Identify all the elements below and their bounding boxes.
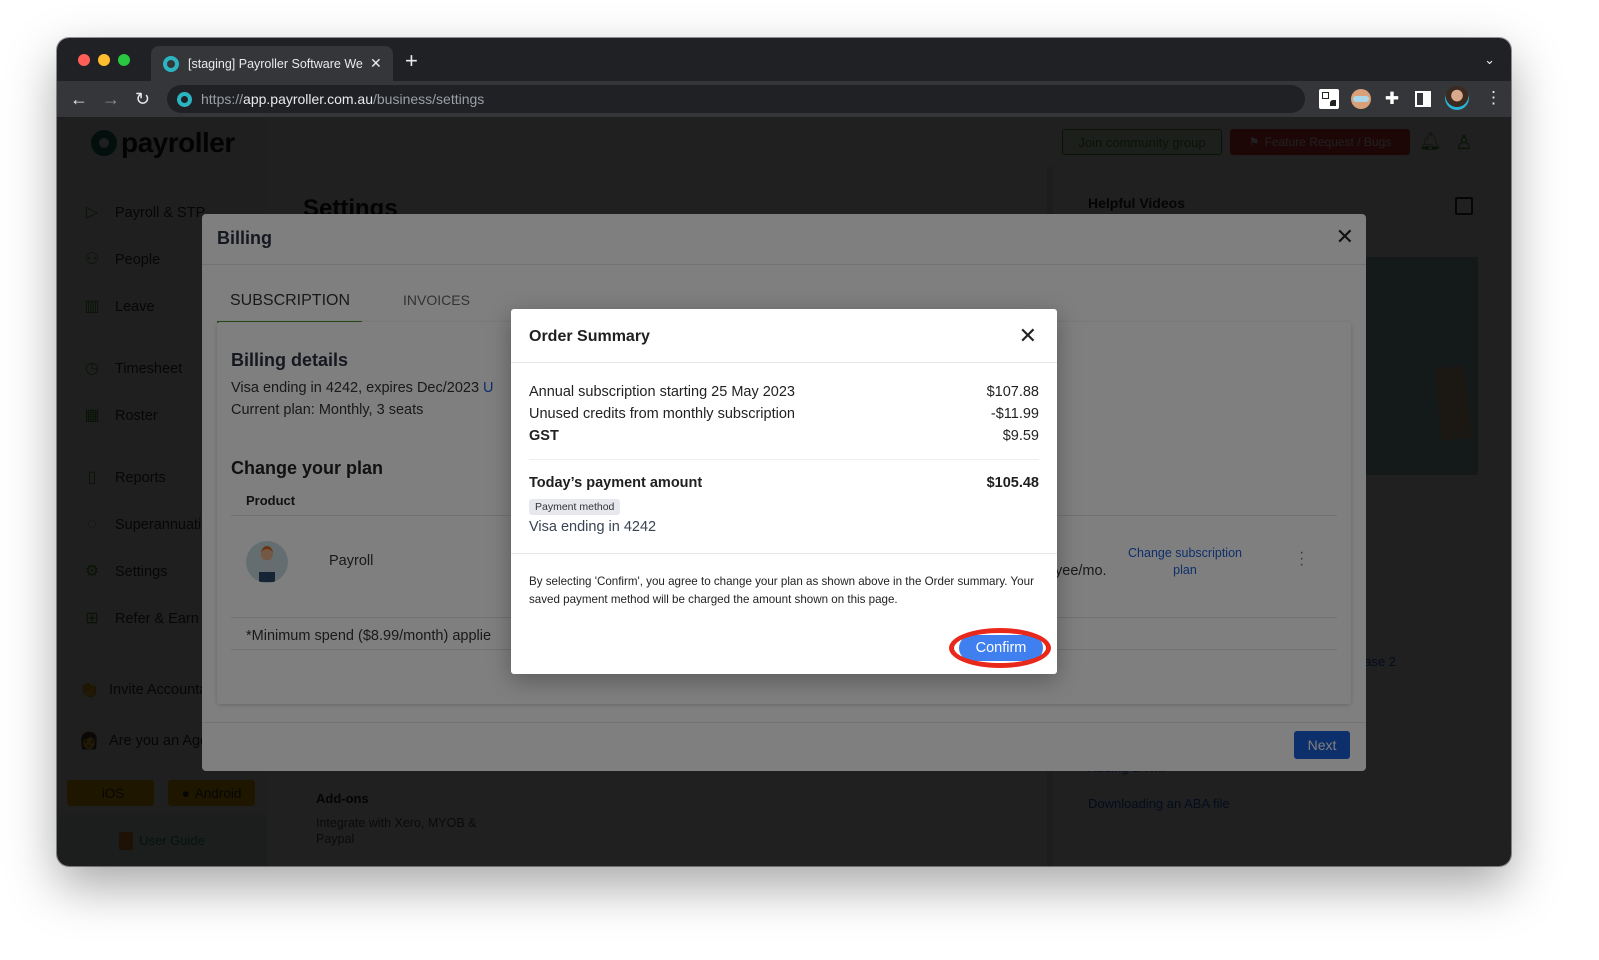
- url-host: app.payroller.com.au: [243, 91, 373, 107]
- confirm-disclaimer: By selecting 'Confirm', you agree to cha…: [529, 575, 1034, 606]
- payment-method-value: Visa ending in 4242: [529, 519, 657, 535]
- payment-method-badge: Payment method: [529, 499, 621, 515]
- line-item: GST $9.59: [529, 428, 1039, 444]
- url-path: /business/settings: [373, 91, 485, 107]
- highlight-annotation-ring: [949, 628, 1051, 668]
- forward-arrow-icon[interactable]: →: [102, 87, 120, 111]
- today-payment-row: Today’s payment amount $105.48: [529, 475, 1039, 491]
- back-arrow-icon[interactable]: ←: [70, 87, 88, 111]
- browser-window: [staging] Payroller Software We ✕ + ⌄ ← …: [57, 38, 1511, 866]
- browser-toolbar: ← → ↻ https://app.payroller.com.au/busin…: [57, 81, 1511, 117]
- line-item-amount: $9.59: [1002, 428, 1039, 444]
- site-info-icon[interactable]: [177, 91, 192, 107]
- tab-close-icon[interactable]: ✕: [370, 55, 382, 72]
- payroller-favicon-icon: [163, 55, 179, 72]
- qr-code-extension-icon[interactable]: [1319, 89, 1339, 109]
- line-item-label: GST: [529, 428, 559, 444]
- tab-search-chevron-icon[interactable]: ⌄: [1484, 52, 1495, 68]
- avatar-extension-icon[interactable]: [1351, 89, 1371, 109]
- line-item-label: Annual subscription starting 25 May 2023: [529, 384, 795, 400]
- url-text: https://app.payroller.com.au/business/se…: [201, 91, 484, 107]
- payroller-app: payroller ▷ Payroll & STP ⚇ People ▥ Lea…: [57, 117, 1511, 866]
- line-item-amount: $107.88: [986, 384, 1039, 400]
- line-item-amount: -$11.99: [990, 406, 1039, 422]
- address-bar[interactable]: https://app.payroller.com.au/business/se…: [167, 85, 1305, 113]
- url-scheme: https://: [201, 91, 244, 107]
- profile-avatar[interactable]: [1445, 86, 1469, 110]
- reload-icon[interactable]: ↻: [135, 87, 150, 111]
- divider: [529, 459, 1039, 460]
- today-payment-amount: $105.48: [986, 475, 1039, 491]
- line-item: Unused credits from monthly subscription…: [529, 406, 1039, 422]
- browser-tab[interactable]: [staging] Payroller Software We ✕: [151, 46, 393, 81]
- order-summary-dialog: Order Summary ✕ Annual subscription star…: [511, 309, 1057, 674]
- tab-bar: [staging] Payroller Software We ✕ + ⌄: [57, 38, 1511, 81]
- order-summary-title: Order Summary: [529, 328, 650, 345]
- close-icon[interactable]: ✕: [1019, 323, 1037, 349]
- browser-menu-icon[interactable]: ⋮: [1485, 88, 1502, 108]
- line-item: Annual subscription starting 25 May 2023…: [529, 384, 1039, 400]
- close-window-button[interactable]: [78, 54, 90, 66]
- divider: [511, 362, 1057, 363]
- tab-title: [staging] Payroller Software We: [188, 56, 363, 71]
- extensions-puzzle-icon[interactable]: ✚: [1382, 89, 1402, 109]
- today-payment-label: Today’s payment amount: [529, 475, 703, 491]
- maximize-window-button[interactable]: [118, 54, 130, 66]
- divider: [511, 553, 1057, 554]
- minimize-window-button[interactable]: [98, 54, 110, 66]
- new-tab-button[interactable]: +: [405, 50, 418, 72]
- side-panel-icon[interactable]: [1415, 91, 1431, 107]
- line-item-label: Unused credits from monthly subscription: [529, 406, 795, 422]
